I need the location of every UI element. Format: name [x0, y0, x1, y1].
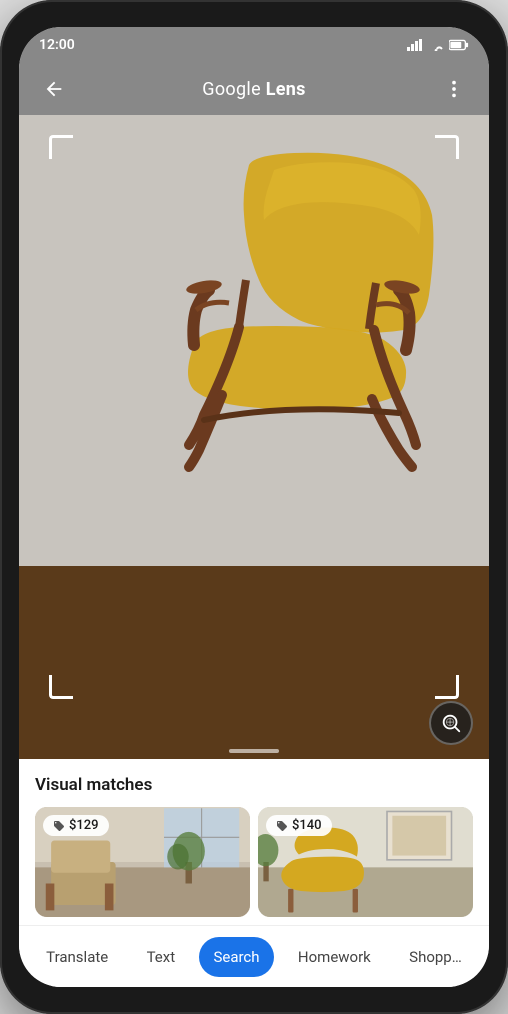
app-bar: Google Lens: [19, 63, 489, 115]
price-1: $129: [69, 818, 99, 833]
tab-homework[interactable]: Homework: [284, 937, 385, 977]
floor-background: [19, 566, 489, 759]
tab-translate[interactable]: Translate: [32, 937, 122, 977]
price-badge-2: $140: [266, 815, 332, 836]
status-icons: [407, 39, 469, 51]
price-2: $140: [292, 818, 322, 833]
more-options-button[interactable]: [435, 70, 473, 108]
wifi-icon: [428, 39, 444, 51]
price-badge-1: $129: [43, 815, 109, 836]
app-title: Google Lens: [202, 79, 305, 100]
camera-area: [19, 115, 489, 759]
phone-screen: 12:00: [19, 27, 489, 987]
match-card-1[interactable]: $129: [35, 807, 250, 917]
tab-text[interactable]: Text: [133, 937, 190, 977]
status-bar: 12:00: [19, 27, 489, 63]
match-card-2[interactable]: $140: [258, 807, 473, 917]
battery-icon: [449, 39, 469, 51]
results-section: Visual matches: [19, 759, 489, 925]
scroll-indicator: [229, 749, 279, 753]
status-time: 12:00: [39, 37, 75, 53]
back-button[interactable]: [35, 70, 73, 108]
bottom-tabs: Translate Text Search Homework Shopp…: [19, 925, 489, 987]
phone-shell: 12:00: [0, 0, 508, 1014]
visual-matches-title: Visual matches: [35, 775, 473, 795]
matches-grid: $129: [35, 807, 473, 917]
tab-shopping[interactable]: Shopp…: [395, 937, 476, 977]
tab-search[interactable]: Search: [199, 937, 273, 977]
signal-icon: [407, 39, 423, 51]
chair-image: [64, 135, 444, 475]
lens-search-button[interactable]: [429, 701, 473, 745]
